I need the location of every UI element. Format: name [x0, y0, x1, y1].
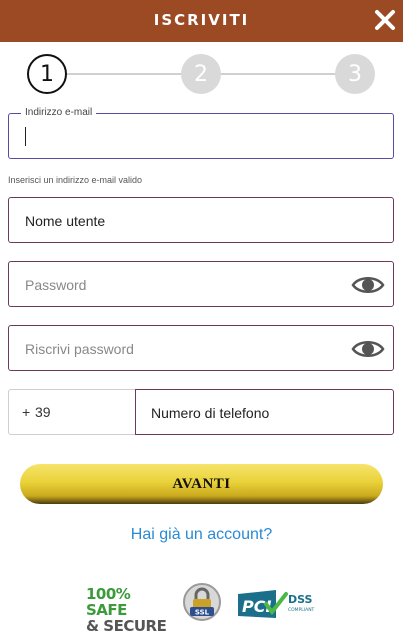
country-code: 39 [35, 404, 51, 420]
modal-title: ISCRIVITI [153, 11, 250, 29]
email-label: Indirizzo e-mail [21, 107, 97, 118]
ssl-lock-icon: SSL [183, 583, 221, 621]
password-field[interactable]: Password [8, 261, 394, 307]
step-connector [220, 73, 336, 75]
confirm-password-placeholder: Riscrivi password [25, 341, 134, 357]
text-caret [25, 127, 26, 146]
email-hint: Inserisci un indirizzo e-mail valido [8, 175, 143, 185]
phone-value: Numero di telefono [151, 405, 270, 421]
step-1: 1 [27, 54, 67, 94]
login-link[interactable]: Hai già un account? [0, 526, 403, 544]
svg-text:COMPLIANT: COMPLIANT [288, 607, 315, 613]
eye-icon[interactable] [351, 337, 385, 361]
step-2: 2 [181, 54, 221, 94]
next-button-label: AVANTI [172, 475, 231, 492]
step-connector [66, 73, 182, 75]
pci-dss-badge: PCI DSS COMPLIANT [238, 590, 315, 618]
password-placeholder: Password [25, 277, 87, 293]
svg-text:SSL: SSL [195, 609, 210, 617]
svg-text:DSS: DSS [288, 593, 313, 606]
email-field[interactable]: Indirizzo e-mail [8, 107, 394, 159]
eye-icon[interactable] [351, 273, 385, 297]
modal-header: ISCRIVITI [0, 0, 403, 42]
trust-badges: 100% SAFE & SECURE SSL PCI DSS COMPLIANT [86, 580, 326, 634]
country-code-select[interactable]: + 39 [8, 389, 136, 435]
username-value: Nome utente [25, 213, 106, 229]
next-button[interactable]: AVANTI [20, 464, 383, 504]
confirm-password-field[interactable]: Riscrivi password [8, 325, 394, 371]
phone-field[interactable]: Numero di telefono [135, 389, 394, 435]
safe-secure-badge: 100% SAFE & SECURE [86, 585, 167, 635]
step-3: 3 [335, 54, 375, 94]
username-field[interactable]: Nome utente [8, 197, 394, 243]
close-icon[interactable] [371, 6, 399, 34]
progress-stepper: 1 2 3 [0, 50, 403, 98]
plus-sign: + [22, 404, 31, 420]
